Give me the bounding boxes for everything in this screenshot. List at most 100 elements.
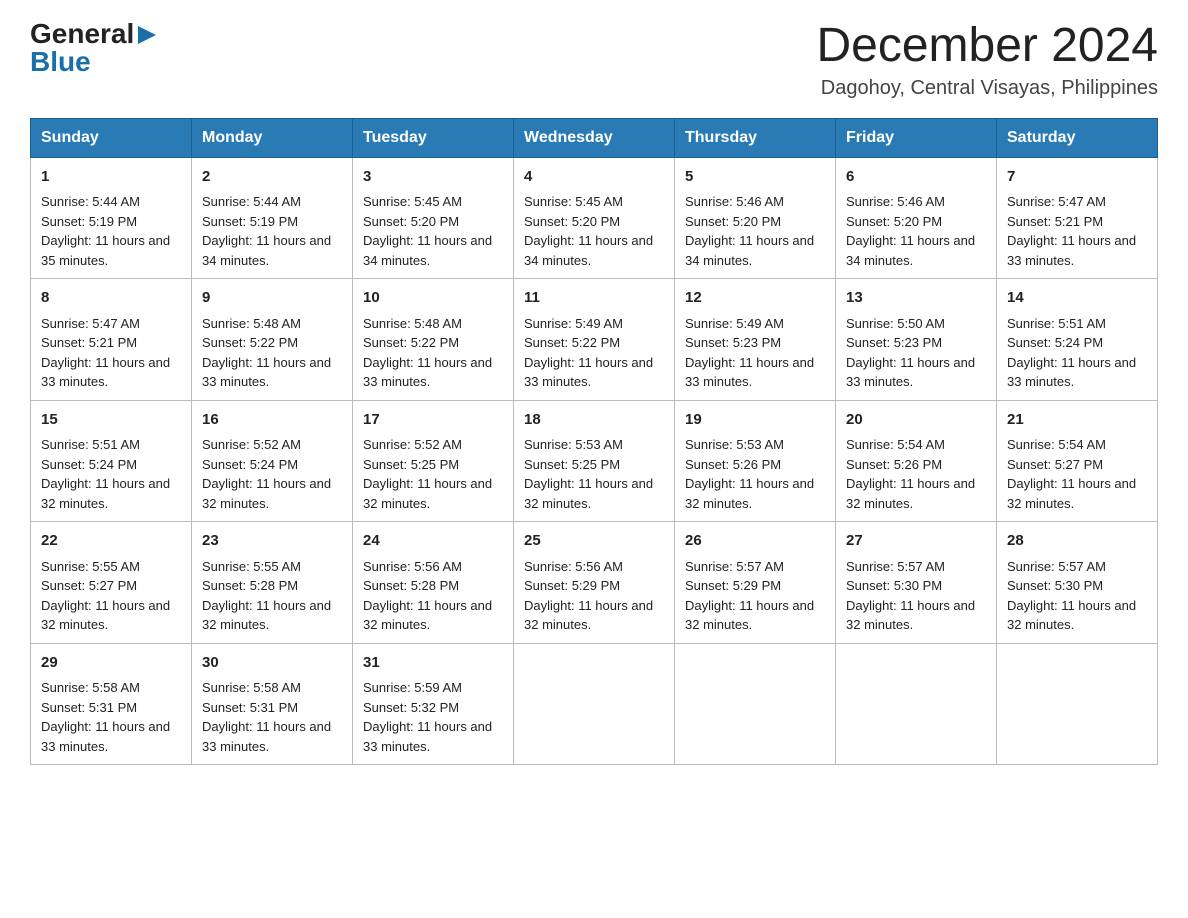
sunset-label: Sunset: 5:26 PM <box>685 457 781 472</box>
sunrise-label: Sunrise: 5:48 AM <box>202 316 301 331</box>
daylight-label: Daylight: 11 hours and 33 minutes. <box>41 355 170 390</box>
daylight-label: Daylight: 11 hours and 32 minutes. <box>685 476 814 511</box>
sunset-label: Sunset: 5:27 PM <box>41 578 137 593</box>
daylight-label: Daylight: 11 hours and 33 minutes. <box>524 355 653 390</box>
day-number: 4 <box>524 166 664 189</box>
sunset-label: Sunset: 5:28 PM <box>363 578 459 593</box>
logo-general: General <box>30 20 134 48</box>
sunset-label: Sunset: 5:19 PM <box>202 214 298 229</box>
calendar-cell: 17 Sunrise: 5:52 AM Sunset: 5:25 PM Dayl… <box>353 400 514 522</box>
day-number: 27 <box>846 530 986 553</box>
day-number: 15 <box>41 409 181 432</box>
calendar-table: SundayMondayTuesdayWednesdayThursdayFrid… <box>30 118 1158 766</box>
day-number: 23 <box>202 530 342 553</box>
sunset-label: Sunset: 5:20 PM <box>846 214 942 229</box>
daylight-label: Daylight: 11 hours and 34 minutes. <box>363 233 492 268</box>
day-number: 29 <box>41 652 181 675</box>
day-number: 10 <box>363 287 503 310</box>
daylight-label: Daylight: 11 hours and 34 minutes. <box>524 233 653 268</box>
daylight-label: Daylight: 11 hours and 32 minutes. <box>685 598 814 633</box>
calendar-cell: 5 Sunrise: 5:46 AM Sunset: 5:20 PM Dayli… <box>675 157 836 279</box>
sunrise-label: Sunrise: 5:59 AM <box>363 680 462 695</box>
day-number: 28 <box>1007 530 1147 553</box>
calendar-cell: 9 Sunrise: 5:48 AM Sunset: 5:22 PM Dayli… <box>192 279 353 401</box>
calendar-cell: 16 Sunrise: 5:52 AM Sunset: 5:24 PM Dayl… <box>192 400 353 522</box>
daylight-label: Daylight: 11 hours and 33 minutes. <box>363 355 492 390</box>
sunrise-label: Sunrise: 5:44 AM <box>202 194 301 209</box>
sunrise-label: Sunrise: 5:53 AM <box>685 437 784 452</box>
sunrise-label: Sunrise: 5:46 AM <box>846 194 945 209</box>
calendar-cell: 25 Sunrise: 5:56 AM Sunset: 5:29 PM Dayl… <box>514 522 675 644</box>
daylight-label: Daylight: 11 hours and 32 minutes. <box>846 476 975 511</box>
sunrise-label: Sunrise: 5:57 AM <box>846 559 945 574</box>
day-number: 11 <box>524 287 664 310</box>
sunrise-label: Sunrise: 5:56 AM <box>524 559 623 574</box>
daylight-label: Daylight: 11 hours and 33 minutes. <box>685 355 814 390</box>
sunset-label: Sunset: 5:25 PM <box>363 457 459 472</box>
sunset-label: Sunset: 5:28 PM <box>202 578 298 593</box>
calendar-cell: 18 Sunrise: 5:53 AM Sunset: 5:25 PM Dayl… <box>514 400 675 522</box>
header-saturday: Saturday <box>997 118 1158 157</box>
sunrise-label: Sunrise: 5:51 AM <box>41 437 140 452</box>
sunset-label: Sunset: 5:22 PM <box>202 335 298 350</box>
sunrise-label: Sunrise: 5:57 AM <box>1007 559 1106 574</box>
sunset-label: Sunset: 5:26 PM <box>846 457 942 472</box>
sunset-label: Sunset: 5:23 PM <box>846 335 942 350</box>
sunrise-label: Sunrise: 5:54 AM <box>1007 437 1106 452</box>
sunset-label: Sunset: 5:30 PM <box>1007 578 1103 593</box>
daylight-label: Daylight: 11 hours and 33 minutes. <box>202 355 331 390</box>
day-number: 14 <box>1007 287 1147 310</box>
sunset-label: Sunset: 5:20 PM <box>685 214 781 229</box>
daylight-label: Daylight: 11 hours and 32 minutes. <box>363 598 492 633</box>
day-number: 26 <box>685 530 825 553</box>
daylight-label: Daylight: 11 hours and 34 minutes. <box>846 233 975 268</box>
calendar-week-3: 15 Sunrise: 5:51 AM Sunset: 5:24 PM Dayl… <box>31 400 1158 522</box>
sunset-label: Sunset: 5:24 PM <box>1007 335 1103 350</box>
sunrise-label: Sunrise: 5:56 AM <box>363 559 462 574</box>
calendar-cell: 12 Sunrise: 5:49 AM Sunset: 5:23 PM Dayl… <box>675 279 836 401</box>
daylight-label: Daylight: 11 hours and 33 minutes. <box>846 355 975 390</box>
sunrise-label: Sunrise: 5:54 AM <box>846 437 945 452</box>
header-tuesday: Tuesday <box>353 118 514 157</box>
sunrise-label: Sunrise: 5:55 AM <box>41 559 140 574</box>
day-number: 30 <box>202 652 342 675</box>
month-year-title: December 2024 <box>816 20 1158 73</box>
day-number: 19 <box>685 409 825 432</box>
logo-arrow-icon <box>136 24 158 46</box>
calendar-cell: 4 Sunrise: 5:45 AM Sunset: 5:20 PM Dayli… <box>514 157 675 279</box>
sunrise-label: Sunrise: 5:50 AM <box>846 316 945 331</box>
daylight-label: Daylight: 11 hours and 33 minutes. <box>363 719 492 754</box>
daylight-label: Daylight: 11 hours and 34 minutes. <box>685 233 814 268</box>
calendar-week-5: 29 Sunrise: 5:58 AM Sunset: 5:31 PM Dayl… <box>31 643 1158 765</box>
day-number: 6 <box>846 166 986 189</box>
daylight-label: Daylight: 11 hours and 35 minutes. <box>41 233 170 268</box>
sunset-label: Sunset: 5:30 PM <box>846 578 942 593</box>
sunrise-label: Sunrise: 5:49 AM <box>685 316 784 331</box>
calendar-cell: 30 Sunrise: 5:58 AM Sunset: 5:31 PM Dayl… <box>192 643 353 765</box>
daylight-label: Daylight: 11 hours and 33 minutes. <box>41 719 170 754</box>
day-number: 22 <box>41 530 181 553</box>
sunset-label: Sunset: 5:31 PM <box>202 700 298 715</box>
sunset-label: Sunset: 5:21 PM <box>1007 214 1103 229</box>
calendar-cell: 21 Sunrise: 5:54 AM Sunset: 5:27 PM Dayl… <box>997 400 1158 522</box>
sunset-label: Sunset: 5:29 PM <box>685 578 781 593</box>
day-number: 8 <box>41 287 181 310</box>
sunrise-label: Sunrise: 5:58 AM <box>202 680 301 695</box>
calendar-cell: 22 Sunrise: 5:55 AM Sunset: 5:27 PM Dayl… <box>31 522 192 644</box>
logo-blue: Blue <box>30 48 91 76</box>
header-friday: Friday <box>836 118 997 157</box>
daylight-label: Daylight: 11 hours and 32 minutes. <box>41 476 170 511</box>
sunset-label: Sunset: 5:20 PM <box>363 214 459 229</box>
sunset-label: Sunset: 5:20 PM <box>524 214 620 229</box>
calendar-cell: 20 Sunrise: 5:54 AM Sunset: 5:26 PM Dayl… <box>836 400 997 522</box>
calendar-cell: 29 Sunrise: 5:58 AM Sunset: 5:31 PM Dayl… <box>31 643 192 765</box>
daylight-label: Daylight: 11 hours and 32 minutes. <box>202 598 331 633</box>
daylight-label: Daylight: 11 hours and 32 minutes. <box>1007 476 1136 511</box>
sunset-label: Sunset: 5:21 PM <box>41 335 137 350</box>
calendar-cell: 14 Sunrise: 5:51 AM Sunset: 5:24 PM Dayl… <box>997 279 1158 401</box>
daylight-label: Daylight: 11 hours and 32 minutes. <box>202 476 331 511</box>
header-sunday: Sunday <box>31 118 192 157</box>
calendar-cell <box>836 643 997 765</box>
day-number: 17 <box>363 409 503 432</box>
sunset-label: Sunset: 5:22 PM <box>524 335 620 350</box>
